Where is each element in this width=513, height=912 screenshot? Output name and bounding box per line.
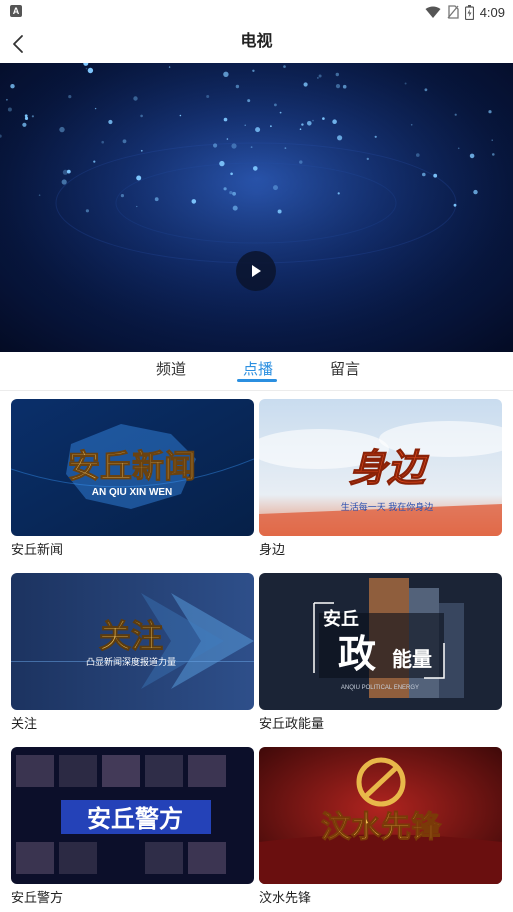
- program-card[interactable]: 安丘 政 能量 ANQIU POLITICAL ENERGY 安丘政能量: [259, 573, 502, 732]
- program-title: 身边: [259, 542, 286, 557]
- tab-on-demand[interactable]: 点播: [243, 352, 273, 390]
- tab-comments[interactable]: 留言: [330, 352, 360, 390]
- no-sim-icon: [447, 5, 459, 19]
- program-title: 安丘警方: [11, 890, 64, 905]
- program-thumbnail: 身边 生活每一天 我在你身边: [259, 399, 502, 536]
- status-bar: A 4:09: [0, 0, 513, 24]
- program-title: 汶水先锋: [259, 890, 312, 905]
- program-thumbnail: 安丘新闻 AN QIU XIN WEN: [11, 399, 254, 536]
- thumb-anqiu: 安丘: [323, 608, 359, 629]
- thumb-title: 安丘警方: [87, 805, 183, 833]
- thumb-subtitle: AN QIU XIN WEN: [92, 487, 173, 498]
- thumb-subtitle: ANQIU POLITICAL ENERGY: [341, 685, 419, 691]
- program-card[interactable]: 身边 生活每一天 我在你身边 身边: [259, 399, 502, 558]
- program-card[interactable]: 关注 凸显新闻深度报道力量 关注: [11, 573, 254, 732]
- program-card[interactable]: 安丘新闻 AN QIU XIN WEN 安丘新闻: [11, 399, 254, 558]
- tab-active-indicator: [237, 379, 277, 382]
- thumb-subtitle: 生活每一天 我在你身边: [341, 501, 434, 512]
- page-title: 电视: [240, 33, 273, 50]
- thumb-title: 安丘新闻: [68, 448, 196, 484]
- program-card[interactable]: 安丘警方 安丘警方: [11, 747, 254, 906]
- program-card[interactable]: 汶水先锋 汶水先锋: [259, 747, 502, 906]
- program-thumbnail: 安丘警方: [11, 747, 254, 884]
- video-background: [0, 63, 513, 352]
- app-header: 电视: [0, 24, 513, 64]
- thumb-title: 政: [338, 634, 376, 676]
- program-title: 安丘政能量: [259, 716, 325, 731]
- battery-icon: [464, 4, 474, 20]
- app-notification-icon: A: [10, 5, 22, 17]
- thumb-subtitle: 凸显新闻深度报道力量: [86, 656, 176, 667]
- tab-channel[interactable]: 频道: [156, 352, 186, 390]
- program-title: 关注: [11, 716, 38, 731]
- thumb-title: 汶水先锋: [321, 810, 442, 844]
- thumb-title: 关注: [99, 618, 163, 654]
- thumb-title: 身边: [349, 448, 430, 490]
- tab-bar: 频道 点播 留言: [0, 352, 513, 391]
- video-player[interactable]: [0, 63, 513, 352]
- program-title: 安丘新闻: [11, 542, 64, 557]
- program-thumbnail: 关注 凸显新闻深度报道力量: [11, 573, 254, 710]
- play-button[interactable]: [236, 251, 276, 291]
- program-thumbnail: 安丘 政 能量 ANQIU POLITICAL ENERGY: [259, 573, 502, 710]
- wifi-icon: [425, 6, 441, 18]
- program-thumbnail: 汶水先锋: [259, 747, 502, 884]
- status-time: 4:09: [479, 4, 505, 20]
- thumb-nengliang: 能量: [392, 647, 432, 671]
- play-icon: [252, 265, 261, 277]
